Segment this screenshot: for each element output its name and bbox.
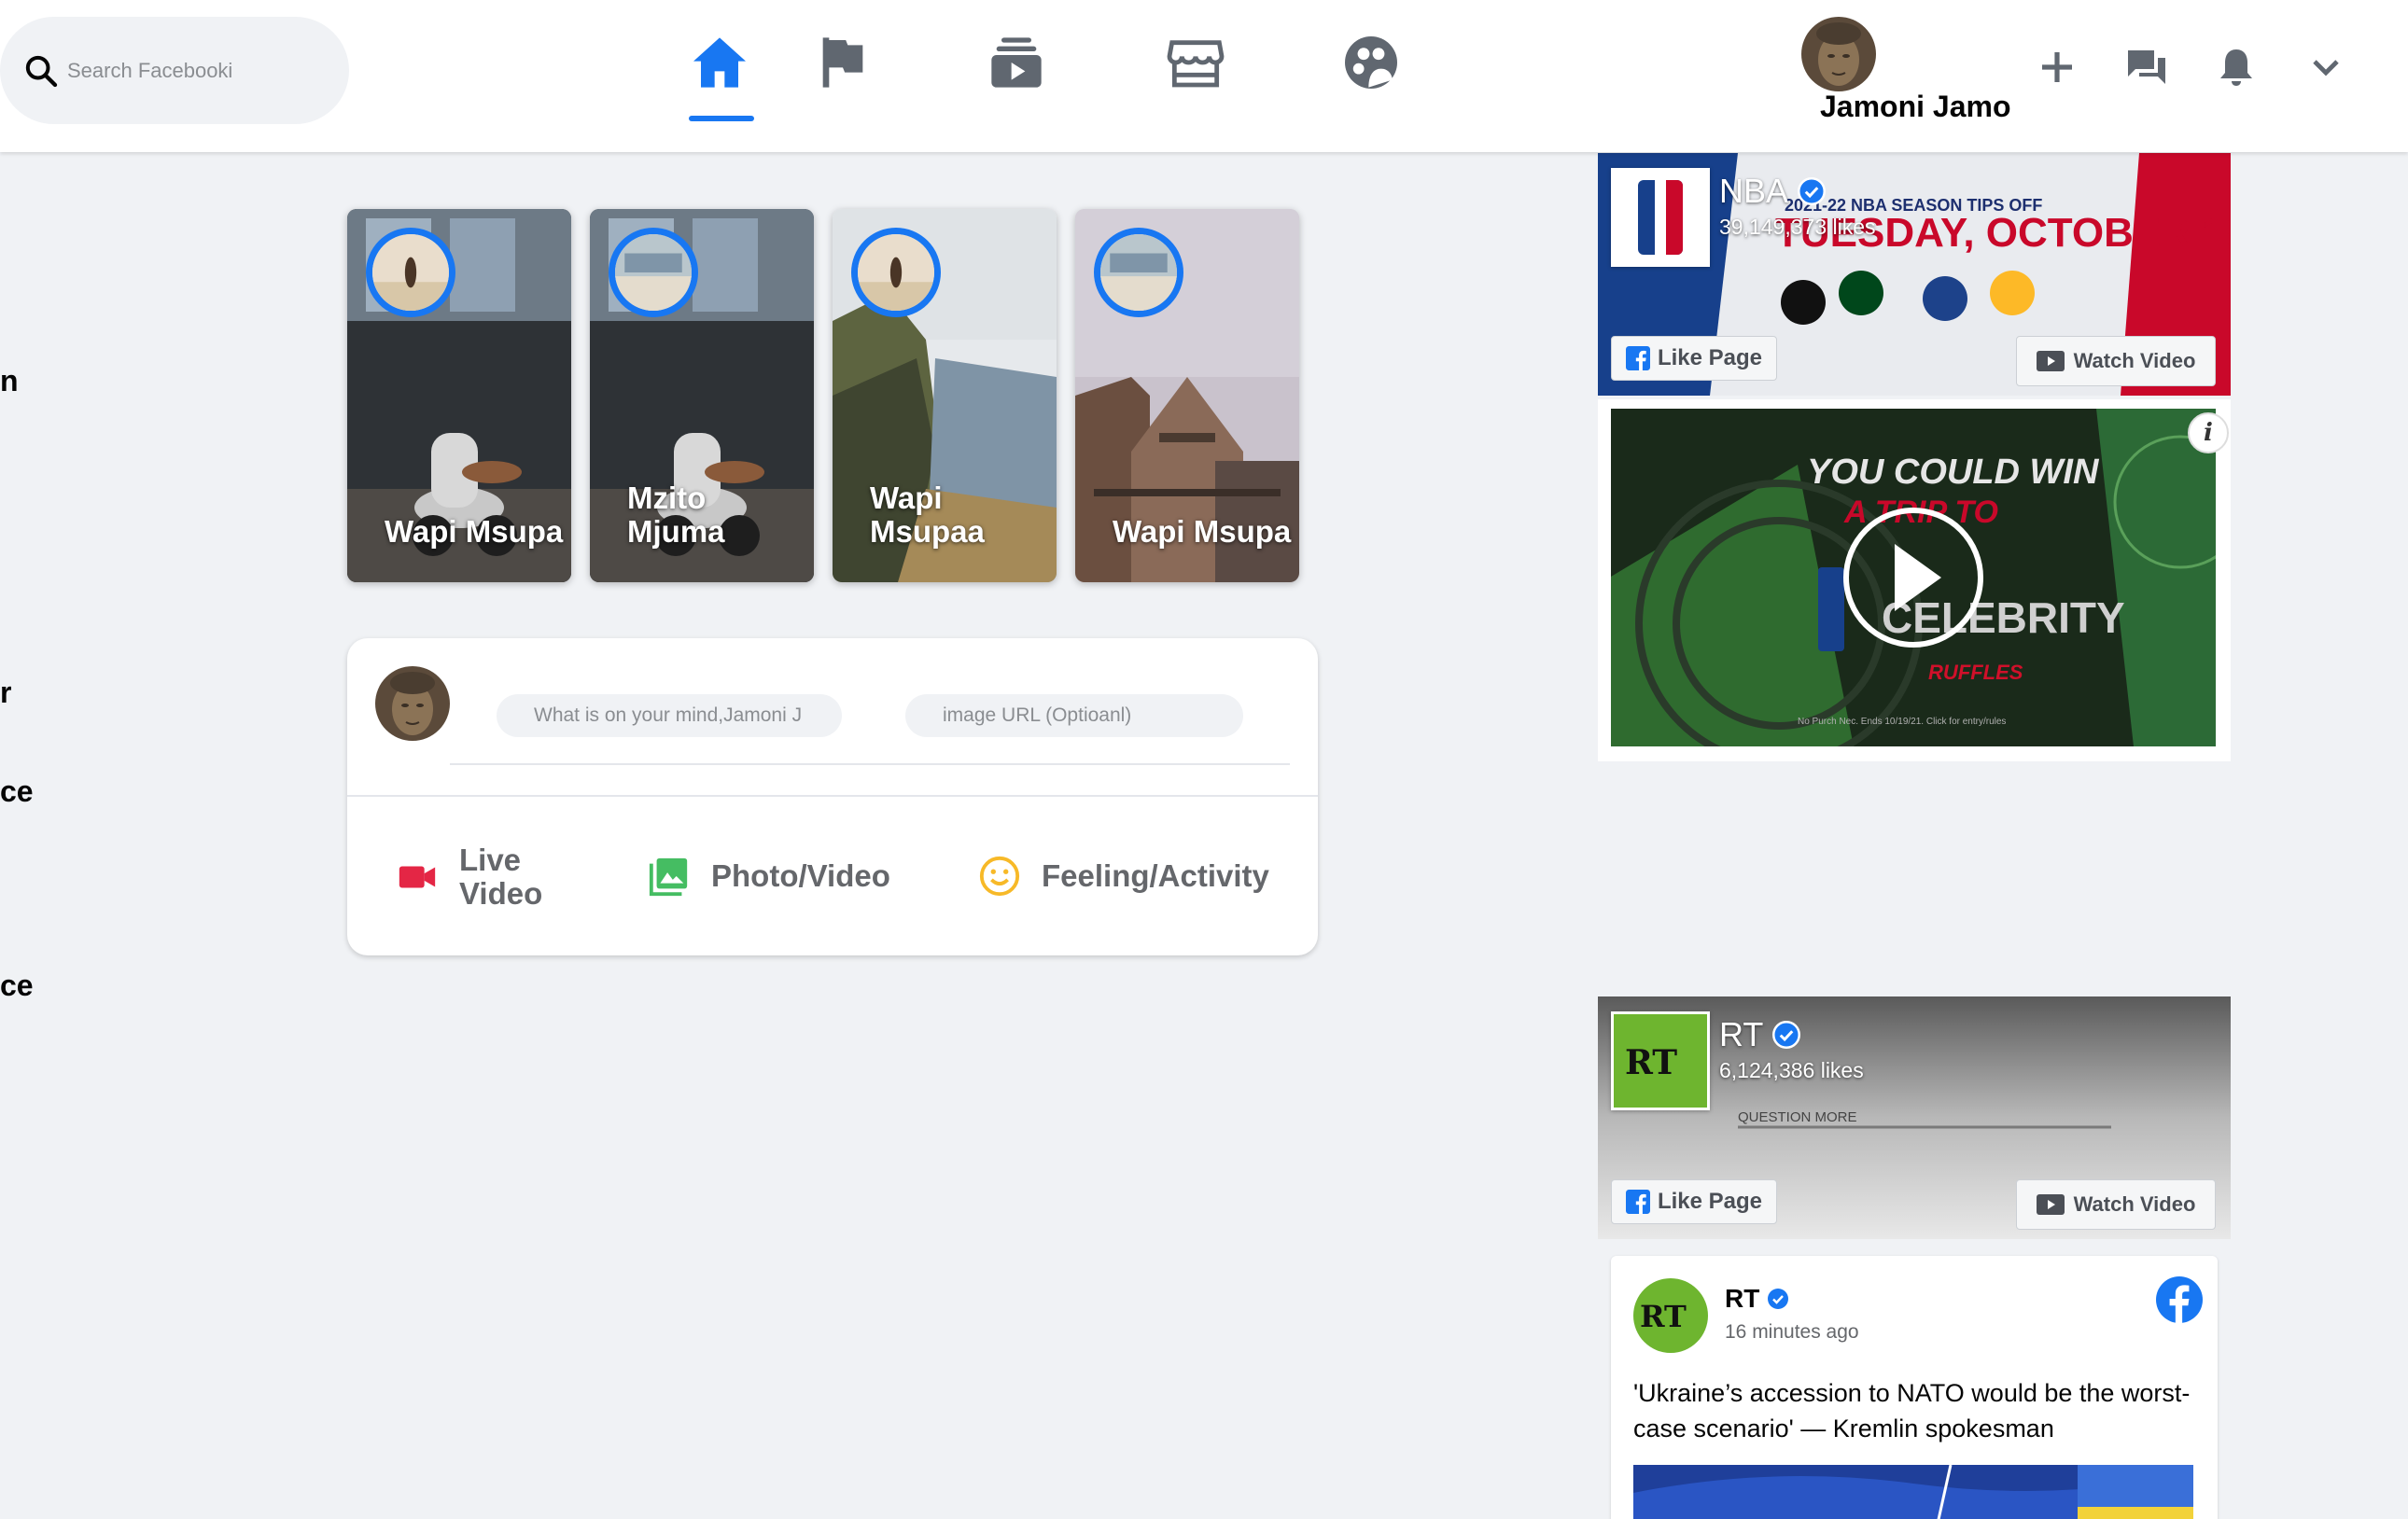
nav-watch[interactable] bbox=[974, 21, 1058, 105]
live-video-label: Live Video bbox=[459, 843, 543, 911]
video-play-icon bbox=[2036, 351, 2065, 371]
rt-ad-banner[interactable]: QUESTION MORE RT RT 6,124,386 likes Like… bbox=[1598, 996, 2231, 1239]
story-avatar bbox=[851, 228, 941, 317]
watch-icon bbox=[991, 37, 1042, 88]
verified-badge-icon bbox=[1768, 1289, 1789, 1309]
watch-video-button[interactable]: Watch Video bbox=[2016, 336, 2216, 386]
post-text: 'Ukraine’s accession to NATO would be th… bbox=[1633, 1379, 2191, 1442]
nav-groups[interactable] bbox=[1329, 21, 1413, 105]
live-video-button[interactable]: Live Video bbox=[396, 843, 582, 911]
photo-video-button[interactable]: Photo/Video bbox=[648, 855, 890, 898]
search-input[interactable] bbox=[67, 58, 329, 83]
svg-text:RT: RT bbox=[1625, 1043, 1677, 1080]
ad-likes-count: 6,124,386 likes bbox=[1719, 1058, 1864, 1082]
story-card[interactable]: Wapi Msupa bbox=[1075, 209, 1299, 582]
rt-logo: RT bbox=[1611, 1011, 1710, 1110]
svg-text:RUFFLES: RUFFLES bbox=[1928, 661, 2023, 684]
story-card[interactable]: Mzito Mjuma bbox=[590, 209, 814, 582]
smile-icon bbox=[979, 856, 1020, 897]
feeling-activity-button[interactable]: Feeling/Activity bbox=[978, 855, 1269, 898]
post-author[interactable]: RT bbox=[1725, 1284, 1789, 1314]
post-composer: Live Video Photo/Video Feeling/Activity bbox=[347, 638, 1318, 955]
svg-text:YOU COULD WIN: YOU COULD WIN bbox=[1807, 453, 2100, 492]
like-page-button[interactable]: Like Page bbox=[1611, 1179, 1777, 1224]
messenger-icon bbox=[2128, 50, 2165, 84]
sidebar-item-fragment[interactable]: ce bbox=[0, 774, 34, 809]
bell-icon bbox=[2220, 49, 2252, 86]
groups-icon bbox=[1345, 36, 1397, 89]
sidebar-item-fragment[interactable]: n bbox=[0, 364, 19, 398]
verified-badge-icon bbox=[1772, 1021, 1801, 1049]
divider bbox=[450, 763, 1290, 765]
flag-icon bbox=[822, 37, 863, 88]
plus-icon bbox=[2042, 52, 2072, 82]
ad-page-name[interactable]: NBA bbox=[1719, 172, 1827, 211]
watch-video-button[interactable]: Watch Video bbox=[2016, 1179, 2216, 1230]
home-icon bbox=[693, 37, 746, 88]
post-timestamp[interactable]: 16 minutes ago bbox=[1725, 1321, 1859, 1344]
ad-info-button[interactable]: i bbox=[2188, 412, 2229, 453]
story-card[interactable]: Wapi Msupa bbox=[347, 209, 571, 582]
marketplace-icon bbox=[1167, 40, 1225, 88]
post-image[interactable] bbox=[1633, 1465, 2193, 1519]
ad-page-name[interactable]: RT bbox=[1719, 1015, 1801, 1054]
photo-library-icon bbox=[649, 857, 688, 897]
account-menu-button[interactable] bbox=[2298, 39, 2354, 95]
like-page-button[interactable]: Like Page bbox=[1611, 336, 1777, 381]
story-card[interactable]: Wapi Msupaa bbox=[833, 209, 1057, 582]
nav-active-indicator bbox=[689, 116, 754, 121]
photo-video-label: Photo/Video bbox=[711, 858, 890, 893]
facebook-icon[interactable] bbox=[2156, 1276, 2203, 1323]
story-name: Wapi Msupa bbox=[1113, 514, 1292, 549]
nba-video-card: YOU COULD WIN A TRIP TO CELEBRITY RUFFLE… bbox=[1598, 399, 2231, 761]
facebook-icon bbox=[1625, 346, 1650, 370]
svg-text:RT: RT bbox=[1640, 1299, 1687, 1332]
svg-text:CELEBRITY: CELEBRITY bbox=[1882, 593, 2125, 642]
messenger-button[interactable] bbox=[2119, 39, 2175, 95]
rt-post-card[interactable]: RT RT 16 minutes ago 'Ukraine’s accessio… bbox=[1611, 1256, 2218, 1519]
image-url-input[interactable] bbox=[905, 694, 1243, 737]
avatar bbox=[1801, 17, 1876, 91]
nav-pages[interactable] bbox=[801, 21, 885, 105]
story-name: Wapi Msupaa bbox=[870, 481, 985, 549]
nav-marketplace[interactable] bbox=[1154, 21, 1238, 105]
chevron-down-icon bbox=[2313, 60, 2339, 77]
verified-badge-icon bbox=[1798, 177, 1827, 205]
story-avatar bbox=[366, 228, 455, 317]
nba-video-player[interactable]: YOU COULD WIN A TRIP TO CELEBRITY RUFFLE… bbox=[1611, 409, 2216, 746]
video-play-icon bbox=[2036, 1194, 2065, 1215]
create-button[interactable] bbox=[2029, 39, 2085, 95]
sidebar-item-fragment[interactable]: r bbox=[0, 676, 11, 710]
svg-text:No Purch Nec. Ends 10/19/21. C: No Purch Nec. Ends 10/19/21. Click for e… bbox=[1798, 717, 2006, 727]
search-box[interactable] bbox=[0, 17, 349, 124]
nba-logo bbox=[1611, 168, 1710, 267]
story-avatar bbox=[609, 228, 698, 317]
sidebar-item-fragment[interactable]: ce bbox=[0, 969, 34, 1003]
ad-likes-count: 39,149,373 likes bbox=[1719, 215, 1876, 239]
top-navigation-bar: Jamoni Jamo bbox=[0, 0, 2408, 152]
story-name: Wapi Msupa bbox=[385, 514, 564, 549]
avatar: RT bbox=[1633, 1278, 1708, 1353]
search-icon bbox=[25, 55, 58, 87]
profile-name[interactable]: Jamoni Jamo bbox=[1820, 90, 2011, 124]
story-avatar bbox=[1094, 228, 1183, 317]
svg-text:QUESTION MORE: QUESTION MORE bbox=[1738, 1109, 1857, 1125]
nba-ad-banner[interactable]: 2021-22 NBA SEASON TIPS OFF TUESDAY, OCT… bbox=[1598, 153, 2231, 396]
profile-avatar[interactable] bbox=[1801, 17, 1876, 91]
facebook-icon bbox=[1625, 1190, 1650, 1214]
avatar bbox=[375, 666, 450, 741]
story-name: Mzito Mjuma bbox=[627, 481, 725, 549]
feeling-activity-label: Feeling/Activity bbox=[1042, 858, 1269, 893]
video-camera-icon bbox=[399, 866, 436, 888]
notifications-button[interactable] bbox=[2208, 39, 2264, 95]
post-text-input[interactable] bbox=[497, 694, 842, 737]
video-thumbnail: YOU COULD WIN A TRIP TO CELEBRITY RUFFLE… bbox=[1611, 409, 2216, 746]
nav-home[interactable] bbox=[678, 21, 762, 105]
divider bbox=[347, 795, 1318, 797]
